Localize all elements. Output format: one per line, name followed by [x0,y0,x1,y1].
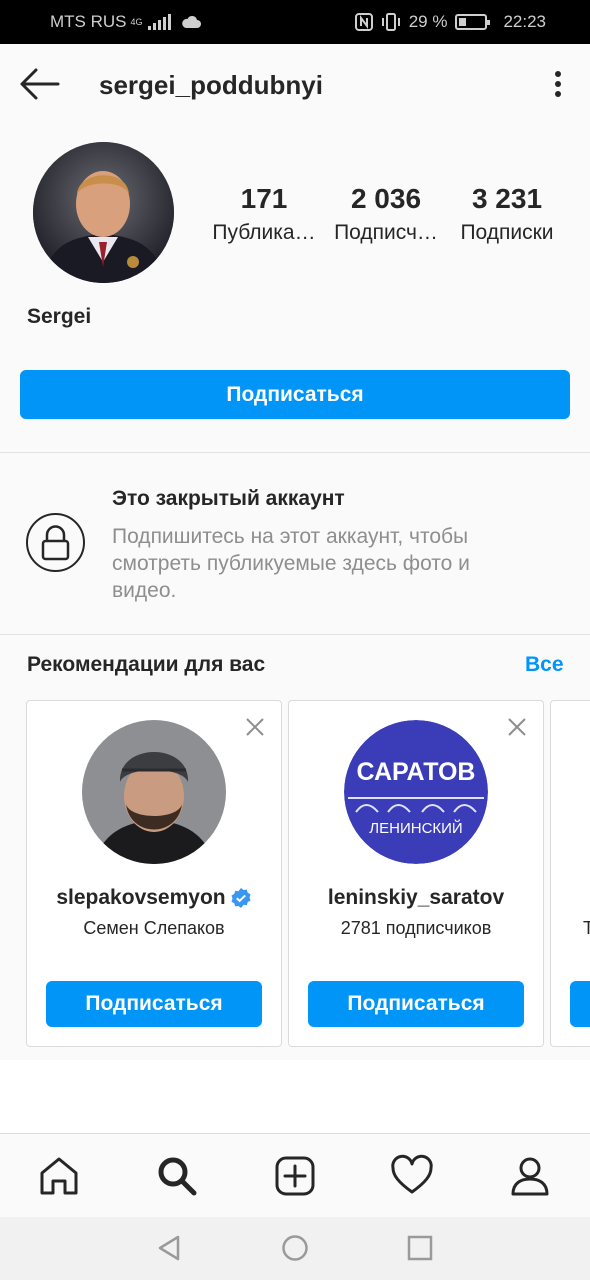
battery-icon [455,14,491,30]
home-icon[interactable] [37,1154,81,1198]
profile-username-title: sergei_poddubnyi [99,70,323,100]
suggestion-username: leninskiy_saratov [327,886,505,909]
stat-posts-label: Публика… [212,221,316,244]
more-options-icon[interactable] [548,66,568,102]
bottom-navigation [0,1133,590,1217]
cloud-icon [181,15,201,28]
dismiss-icon[interactable] [245,717,265,737]
battery-percent: 29 % [408,12,448,31]
stat-followers[interactable]: 2 036 Подписч… [326,183,446,245]
profile-name: Sergei [27,305,92,328]
back-arrow-icon[interactable] [18,66,60,102]
suggestion-subtitle: Т [583,918,590,939]
suggestion-card[interactable]: slepakovsemyon Семен Слепаков Подписатьс… [26,700,282,1047]
lock-icon [41,525,70,561]
suggestion-username-row[interactable]: slepakovsemyon [27,886,281,910]
vibrate-icon [381,13,400,31]
logo-subtitle: ЛЕНИНСКИЙ [369,819,462,837]
recommendations-title: Рекомендации для вас [27,653,266,676]
profile-avatar[interactable] [33,142,174,283]
search-icon[interactable] [155,1154,199,1198]
stat-following[interactable]: 3 231 Подписки [447,183,567,245]
verified-badge-icon [231,888,251,908]
system-back-icon[interactable] [155,1234,183,1262]
follow-button[interactable]: Подписаться [20,370,570,419]
suggestion-subtitle: 2781 подписчиков [340,918,492,938]
stat-following-label: Подписки [460,221,554,244]
logo-title: САРАТОВ [357,758,476,786]
clock: 22:23 [503,12,546,31]
system-recents-icon[interactable] [406,1234,434,1262]
stat-posts[interactable]: 171 Публика… [204,183,324,245]
stat-following-value: 3 231 [471,183,543,214]
suggestion-card[interactable]: Т [550,700,590,1047]
signal-icon [147,14,171,30]
network-type: 4G [130,17,143,27]
suggestion-subtitle: Семен Слепаков [83,918,225,938]
system-navigation-bar [0,1217,590,1280]
suggestion-username-row[interactable]: leninskiy_saratov [289,886,543,910]
suggestion-follow-button[interactable]: Подписаться [308,981,524,1027]
battery-fill [459,18,467,26]
feed-spacer [0,1060,590,1133]
private-account-badge [26,513,85,572]
see-all-link[interactable]: Все [525,653,564,677]
private-account-description: Подпишитесь на этот аккаунт, чтобы смотр… [112,525,470,602]
system-home-icon[interactable] [281,1234,309,1262]
suggestion-username: slepakovsemyon [56,886,226,909]
status-bar: MTS RUS 4G 29 % 22:23 [0,0,590,44]
nfc-icon [354,13,373,31]
stat-followers-label: Подписч… [334,221,438,244]
suggestion-card[interactable]: САРАТОВ ЛЕНИНСКИЙ leninskiy_saratov 2781… [288,700,544,1047]
stat-posts-value: 171 [240,183,288,214]
dismiss-icon[interactable] [507,717,527,737]
divider [0,634,590,635]
suggestion-avatar[interactable] [82,720,226,864]
private-account-title: Это закрытый аккаунт [112,487,345,510]
profile-icon[interactable] [508,1154,552,1198]
new-post-icon[interactable] [273,1154,317,1198]
suggestion-avatar[interactable]: САРАТОВ ЛЕНИНСКИЙ [344,720,488,864]
carrier-label: MTS RUS [50,12,127,31]
suggestion-follow-button[interactable] [570,981,590,1027]
stat-followers-value: 2 036 [350,183,422,214]
divider [0,452,590,453]
activity-heart-icon[interactable] [390,1154,434,1198]
suggestion-follow-button[interactable]: Подписаться [46,981,262,1027]
